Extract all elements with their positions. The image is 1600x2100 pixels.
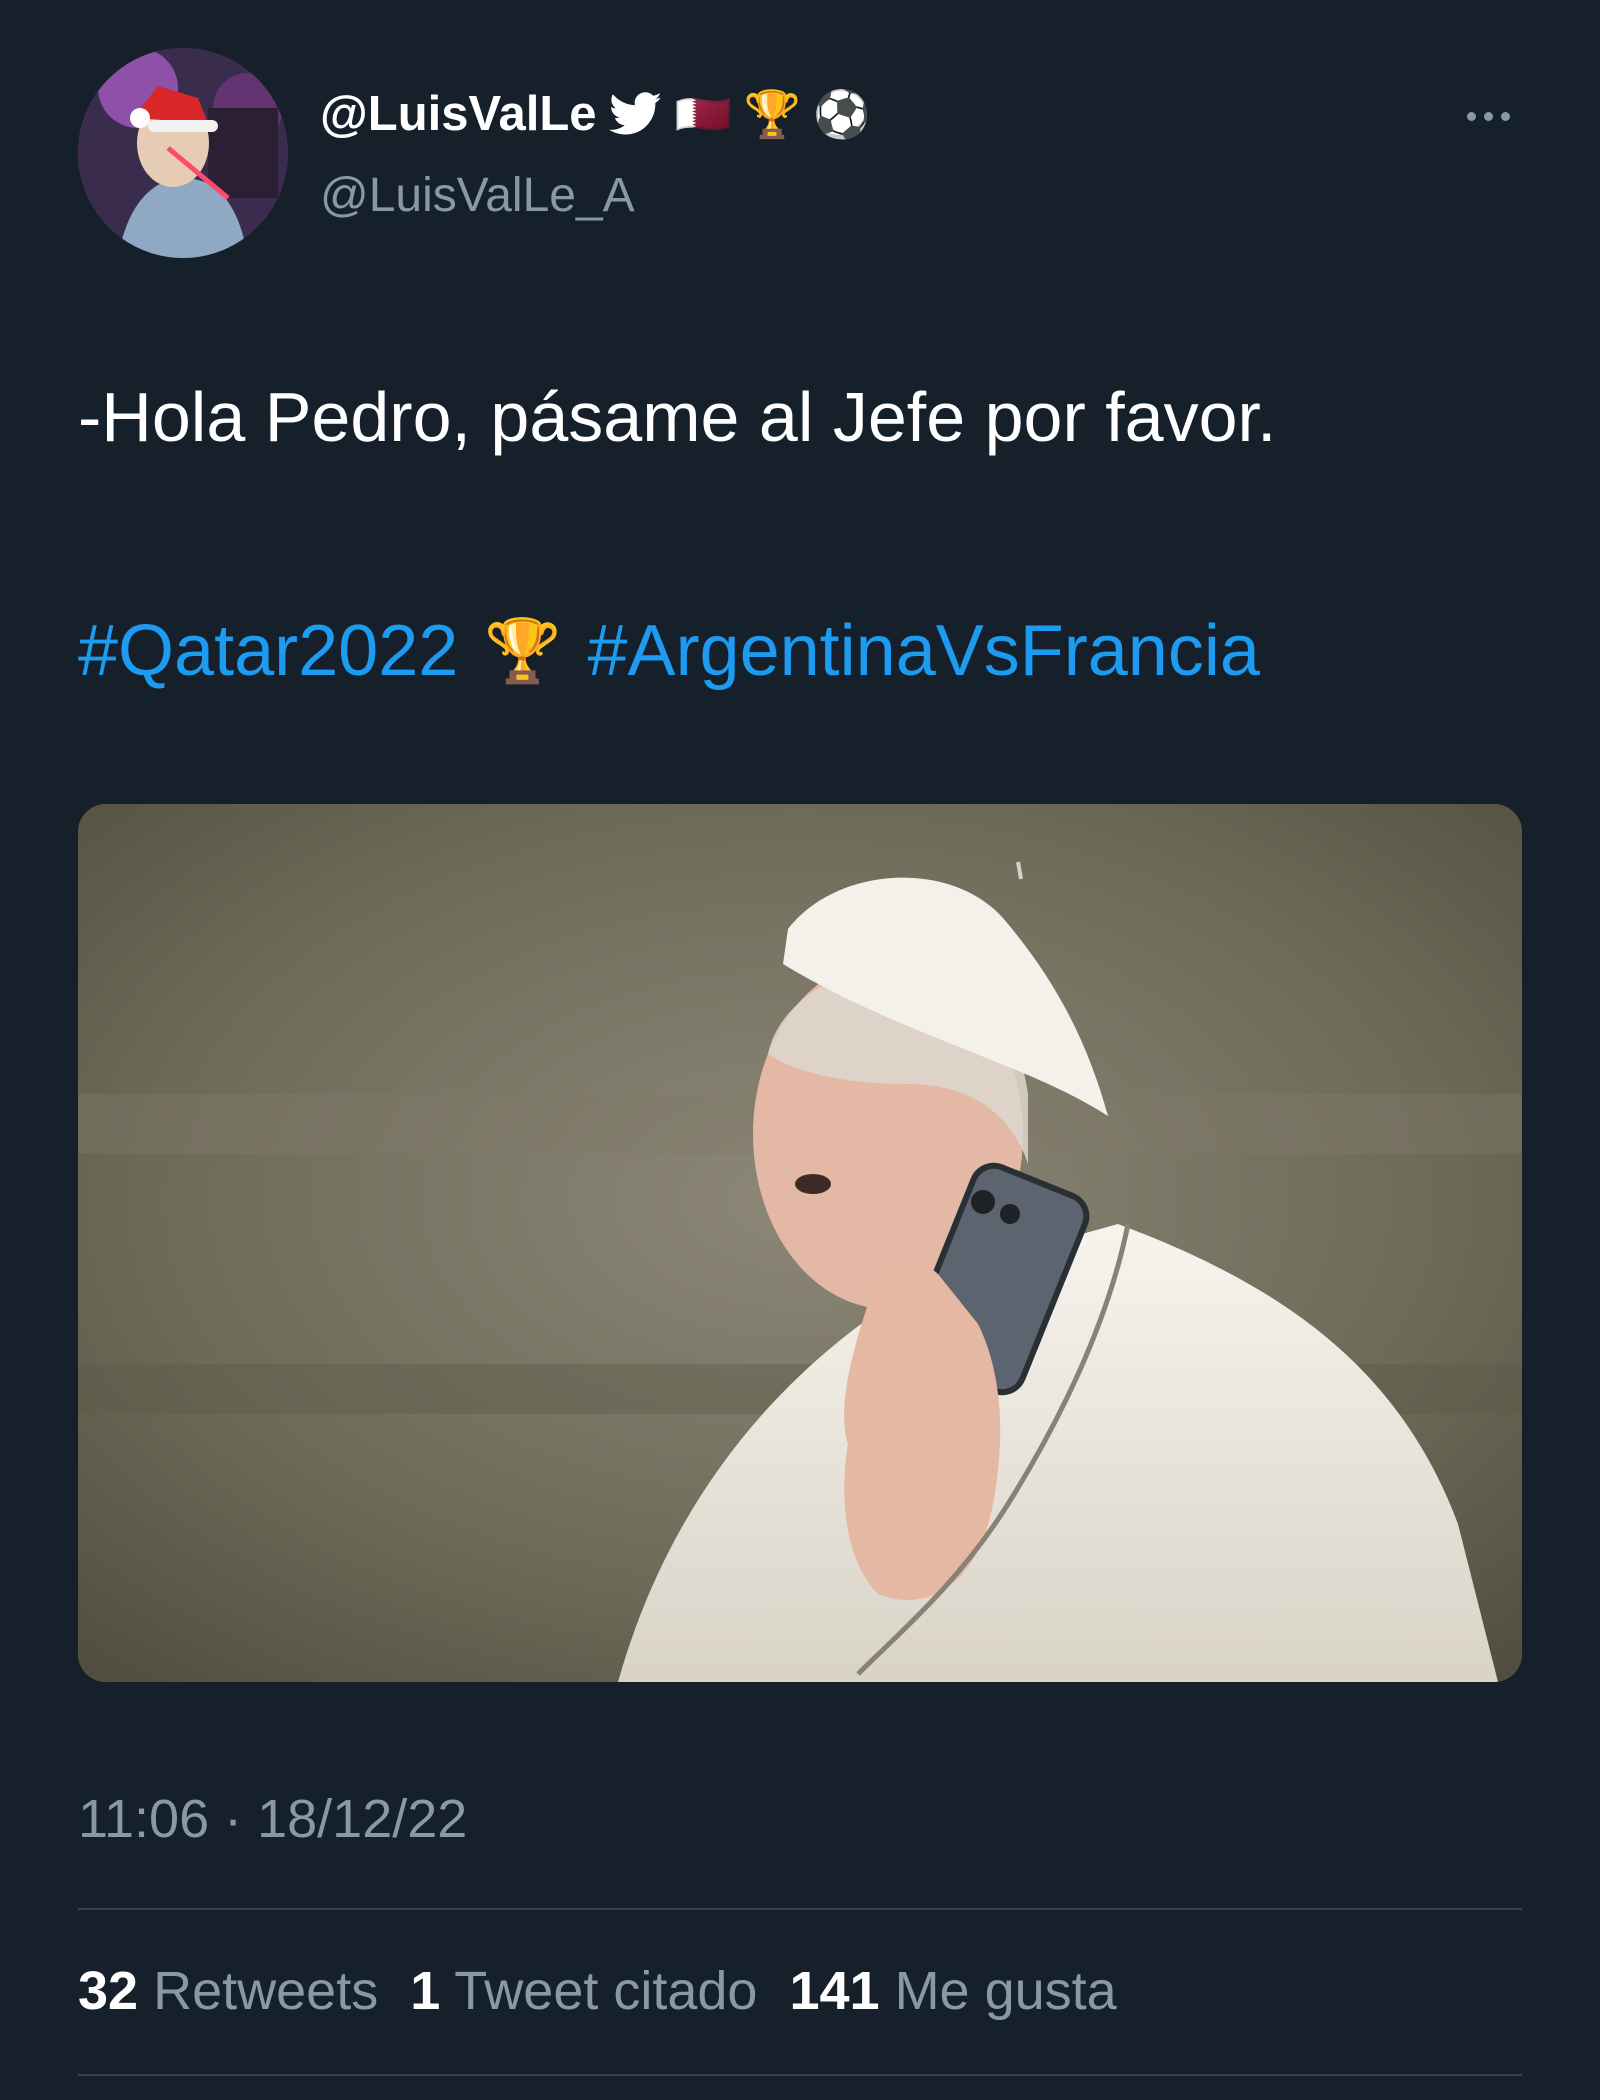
retweets-number: 32 bbox=[78, 1961, 139, 2021]
avatar-image bbox=[78, 48, 288, 258]
world-cup-trophy-emoji: 🏆 bbox=[484, 616, 562, 686]
tweet-stats: 32 Retweets 1 Tweet citado 141 Me gusta bbox=[78, 1960, 1117, 2022]
likes-number: 141 bbox=[789, 1961, 880, 2021]
retweets-label: Retweets bbox=[153, 1961, 379, 2021]
quote-tweets-label: Tweet citado bbox=[454, 1961, 758, 2021]
more-dot bbox=[1466, 111, 1476, 121]
tweet-text: -Hola Pedro, pásame al Jefe por favor. bbox=[78, 378, 1277, 456]
quote-tweets-count[interactable]: 1 Tweet citado bbox=[410, 1960, 757, 2022]
qatar-flag-emoji: 🇶🇦 bbox=[674, 88, 732, 140]
trophy-emoji: 🏆 bbox=[743, 88, 802, 140]
more-dot bbox=[1500, 111, 1510, 121]
user-handle[interactable]: @LuisValLe_A bbox=[320, 168, 635, 223]
hashtag-row: #Qatar2022 🏆 #ArgentinaVsFrancia bbox=[78, 610, 1260, 692]
hashtag-argentinavsfrancia[interactable]: #ArgentinaVsFrancia bbox=[588, 610, 1260, 692]
display-name[interactable]: @LuisValLe bbox=[320, 86, 597, 142]
tweet-media-image[interactable] bbox=[78, 804, 1522, 1682]
stats-top-divider bbox=[78, 1908, 1522, 1910]
display-name-row[interactable]: @LuisValLe 🇶🇦 🏆 ⚽ bbox=[320, 86, 870, 142]
pope-phone-photo bbox=[78, 804, 1522, 1682]
more-icon[interactable] bbox=[1456, 96, 1520, 136]
more-dot bbox=[1483, 111, 1493, 121]
tweet-timestamp[interactable]: 11:06 · 18/12/22 bbox=[78, 1788, 467, 1850]
retweets-count[interactable]: 32 Retweets bbox=[78, 1960, 378, 2022]
likes-count[interactable]: 141 Me gusta bbox=[789, 1960, 1116, 2022]
likes-label: Me gusta bbox=[894, 1961, 1117, 2021]
twitter-bird-icon bbox=[608, 92, 662, 135]
soccer-ball-emoji: ⚽ bbox=[813, 88, 871, 140]
user-avatar[interactable] bbox=[78, 48, 288, 258]
quote-tweets-number: 1 bbox=[410, 1961, 441, 2021]
hashtag-qatar2022[interactable]: #Qatar2022 bbox=[78, 610, 458, 692]
stats-bottom-divider bbox=[78, 2074, 1522, 2076]
